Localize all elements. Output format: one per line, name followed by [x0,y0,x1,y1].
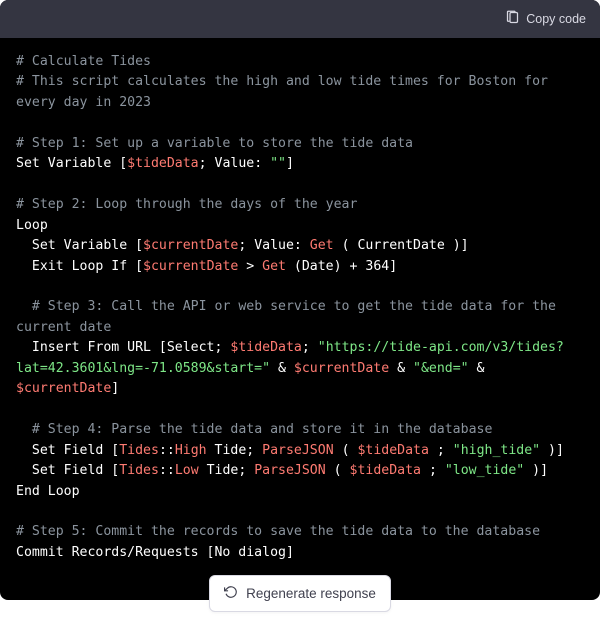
code-token: Set Variable [ [16,238,143,253]
code-token: ParseJSON [254,463,325,478]
code-line: # Calculate Tides [16,54,151,69]
code-line: # This script calculates the high and lo… [16,74,556,109]
code-token: Set Variable [ [16,156,127,171]
code-line: # Step 5: Commit the records to save the… [16,524,540,539]
code-token: ( [326,463,350,478]
code-token: & [469,361,493,376]
code-token: ; [421,463,445,478]
code-token: "&end=" [413,361,469,376]
code-token: Get [262,259,286,274]
regenerate-button[interactable]: Regenerate response [209,575,391,612]
code-token: Insert From URL [Select; [16,340,230,355]
code-token: Set Field [ [16,463,119,478]
code-token: $tideData [127,156,198,171]
code-token: $currentDate [143,238,238,253]
code-token: :: [159,443,175,458]
code-token: > [238,259,262,274]
code-token: Low [175,463,199,478]
code-token: ] [111,381,119,396]
code-token: )] [540,443,564,458]
code-line: # Step 3: Call the API or web service to… [16,299,564,334]
code-token: $currentDate [294,361,389,376]
code-token: & [389,361,413,376]
regenerate-label: Regenerate response [246,586,376,601]
code-token: ( CurrentDate )] [334,238,469,253]
code-line: # Step 4: Parse the tide data and store … [16,422,492,437]
code-line: End Loop [16,484,80,499]
code-token: $currentDate [143,259,238,274]
code-token: ; Value: [199,156,270,171]
code-token: ; Value: [238,238,309,253]
code-token: $tideData [230,340,301,355]
code-token: & [270,361,294,376]
code-line: # Step 1: Set up a variable to store the… [16,136,413,151]
code-token: Set Field [ [16,443,119,458]
code-block: Copy code # Calculate Tides # This scrip… [0,0,600,600]
code-token: "low_tide" [445,463,524,478]
code-line: # Step 2: Loop through the days of the y… [16,197,357,212]
code-token: ] [286,156,294,171]
code-token: Tide; [199,463,255,478]
code-line: Commit Records/Requests [No dialog] [16,545,294,560]
code-token: ; [302,340,318,355]
code-token: $tideData [350,463,421,478]
code-line: Loop [16,218,48,233]
code-token: ParseJSON [262,443,333,458]
copy-code-button[interactable]: Copy code [505,10,586,28]
clipboard-icon [505,10,520,28]
code-token: $currentDate [16,381,111,396]
code-token: Tide; [207,443,263,458]
footer-area: Regenerate response [0,575,600,618]
code-token: Exit Loop If [ [16,259,143,274]
code-token: High [175,443,207,458]
code-token: $tideData [357,443,428,458]
code-token: "" [270,156,286,171]
code-token: :: [159,463,175,478]
code-token: (Date) + 364] [286,259,397,274]
copy-code-label: Copy code [526,12,586,26]
code-token: "high_tide" [453,443,540,458]
code-token: )] [524,463,548,478]
code-header: Copy code [0,0,600,38]
code-content[interactable]: # Calculate Tides # This script calculat… [0,38,600,600]
code-token: ; [429,443,453,458]
code-token: Get [310,238,334,253]
code-token: Tides [119,463,159,478]
code-token: ( [334,443,358,458]
code-token: Tides [119,443,159,458]
refresh-icon [224,585,238,602]
